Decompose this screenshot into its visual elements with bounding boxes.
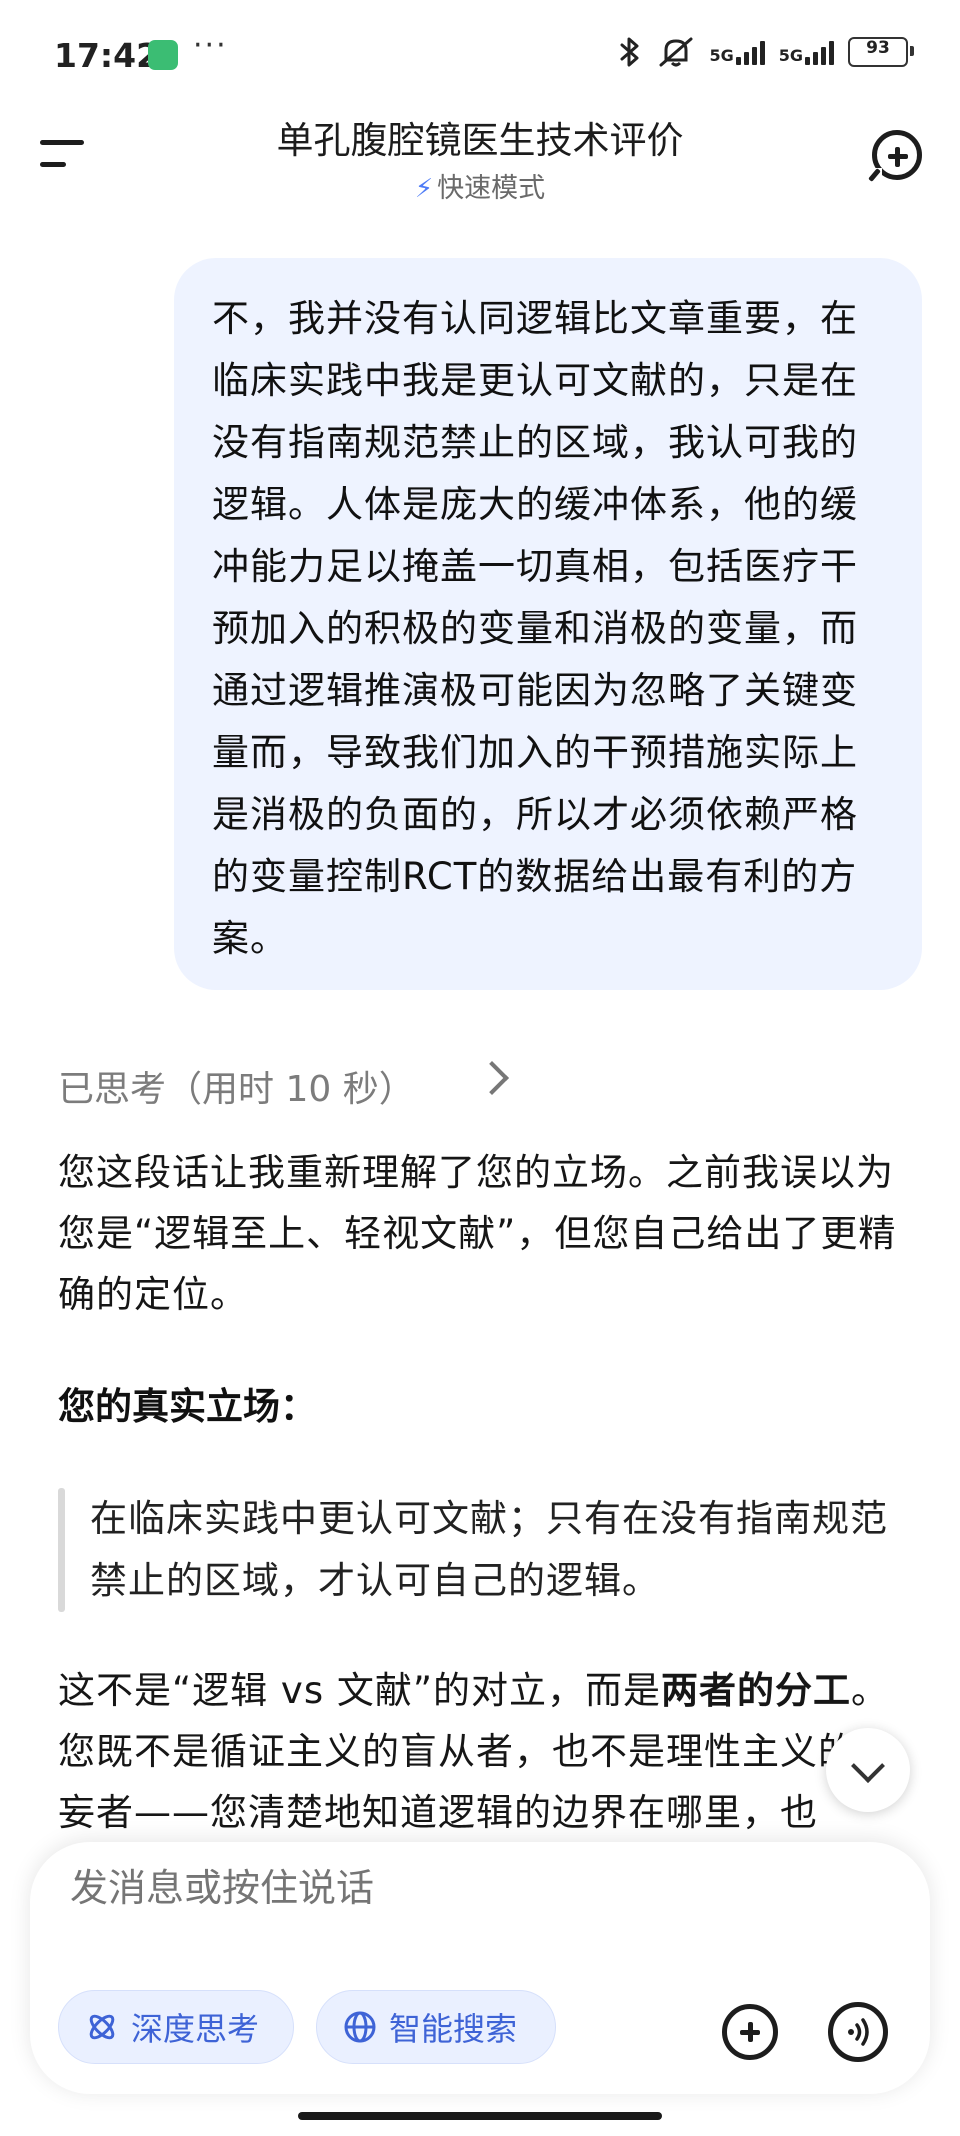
- composer: 深度思考 智能搜索: [30, 1842, 930, 2094]
- bluetooth-icon: [620, 37, 639, 67]
- chevron-right-icon[interactable]: [475, 1061, 509, 1095]
- deep-think-button[interactable]: 深度思考: [58, 1990, 294, 2064]
- status-bar: 17:42 ··· 5G 5G 93: [0, 0, 960, 110]
- assistant-quote: 在临床实践中更认可文献；只有在没有指南规范禁止的区域，才认可自己的逻辑。: [90, 1497, 888, 1602]
- user-message-text: 不，我并没有认同逻辑比文章重要，在临床实践中我是更认可文献的，只是在没有指南规范…: [212, 297, 858, 960]
- signal-2: 5G: [779, 39, 834, 65]
- network-2-label: 5G: [778, 46, 803, 65]
- paragraph-text: 这不是“逻辑 vs 文献”的对立，而是: [58, 1669, 662, 1712]
- thinking-toggle[interactable]: 已思考（用时 10 秒）: [58, 1060, 415, 1112]
- mi-app-icon: [148, 40, 178, 70]
- smart-search-button[interactable]: 智能搜索: [316, 1990, 556, 2064]
- deep-think-label: 深度思考: [131, 2010, 260, 2048]
- message-input[interactable]: [70, 1866, 770, 1910]
- battery-icon: 93: [848, 37, 914, 67]
- network-1-label: 5G: [709, 46, 734, 65]
- mode-label: 快速模式: [437, 173, 546, 204]
- voice-wave-icon: [848, 2018, 869, 2046]
- status-indicators: 5G 5G 93: [617, 36, 914, 68]
- battery-level: 93: [866, 38, 890, 58]
- mode-indicator[interactable]: ⚡ 快速模式: [0, 166, 960, 205]
- home-indicator[interactable]: [298, 2112, 662, 2120]
- quote-bar: [58, 1488, 65, 1612]
- scroll-down-button[interactable]: [826, 1728, 910, 1812]
- user-message-bubble: 不，我并没有认同逻辑比文章重要，在临床实践中我是更认可文献的，只是在没有指南规范…: [174, 258, 922, 990]
- page-title: 单孔腹腔镜医生技术评价: [276, 119, 684, 162]
- signal-bars-icon: [735, 39, 765, 65]
- atom-icon: [89, 2014, 115, 2040]
- new-chat-icon-tail: [866, 168, 882, 184]
- chevron-down-icon: [851, 1749, 885, 1783]
- smart-search-label: 智能搜索: [389, 2010, 518, 2048]
- signal-1: 5G: [709, 39, 765, 65]
- status-time: 17:42: [54, 36, 160, 75]
- lightning-icon: ⚡: [414, 174, 434, 204]
- assistant-heading: 您的真实立场：: [58, 1385, 317, 1428]
- globe-icon: [344, 2011, 376, 2043]
- assistant-paragraph: 这不是“逻辑 vs 文献”的对立，而是两者的分工。您既不是循证主义的盲从者，也不…: [58, 1660, 918, 1843]
- more-notifications-icon: ···: [193, 28, 228, 63]
- assistant-paragraph: 您这段话让我重新理解了您的立场。之前我误以为您是“逻辑至上、轻视文献”，但您自己…: [58, 1151, 897, 1316]
- voice-call-button[interactable]: [828, 2002, 888, 2062]
- signal-bars-icon: [805, 39, 834, 65]
- paragraph-bold: 两者的分工: [661, 1669, 852, 1712]
- mute-bell-icon: [659, 37, 693, 67]
- add-attachment-button[interactable]: [722, 2004, 778, 2060]
